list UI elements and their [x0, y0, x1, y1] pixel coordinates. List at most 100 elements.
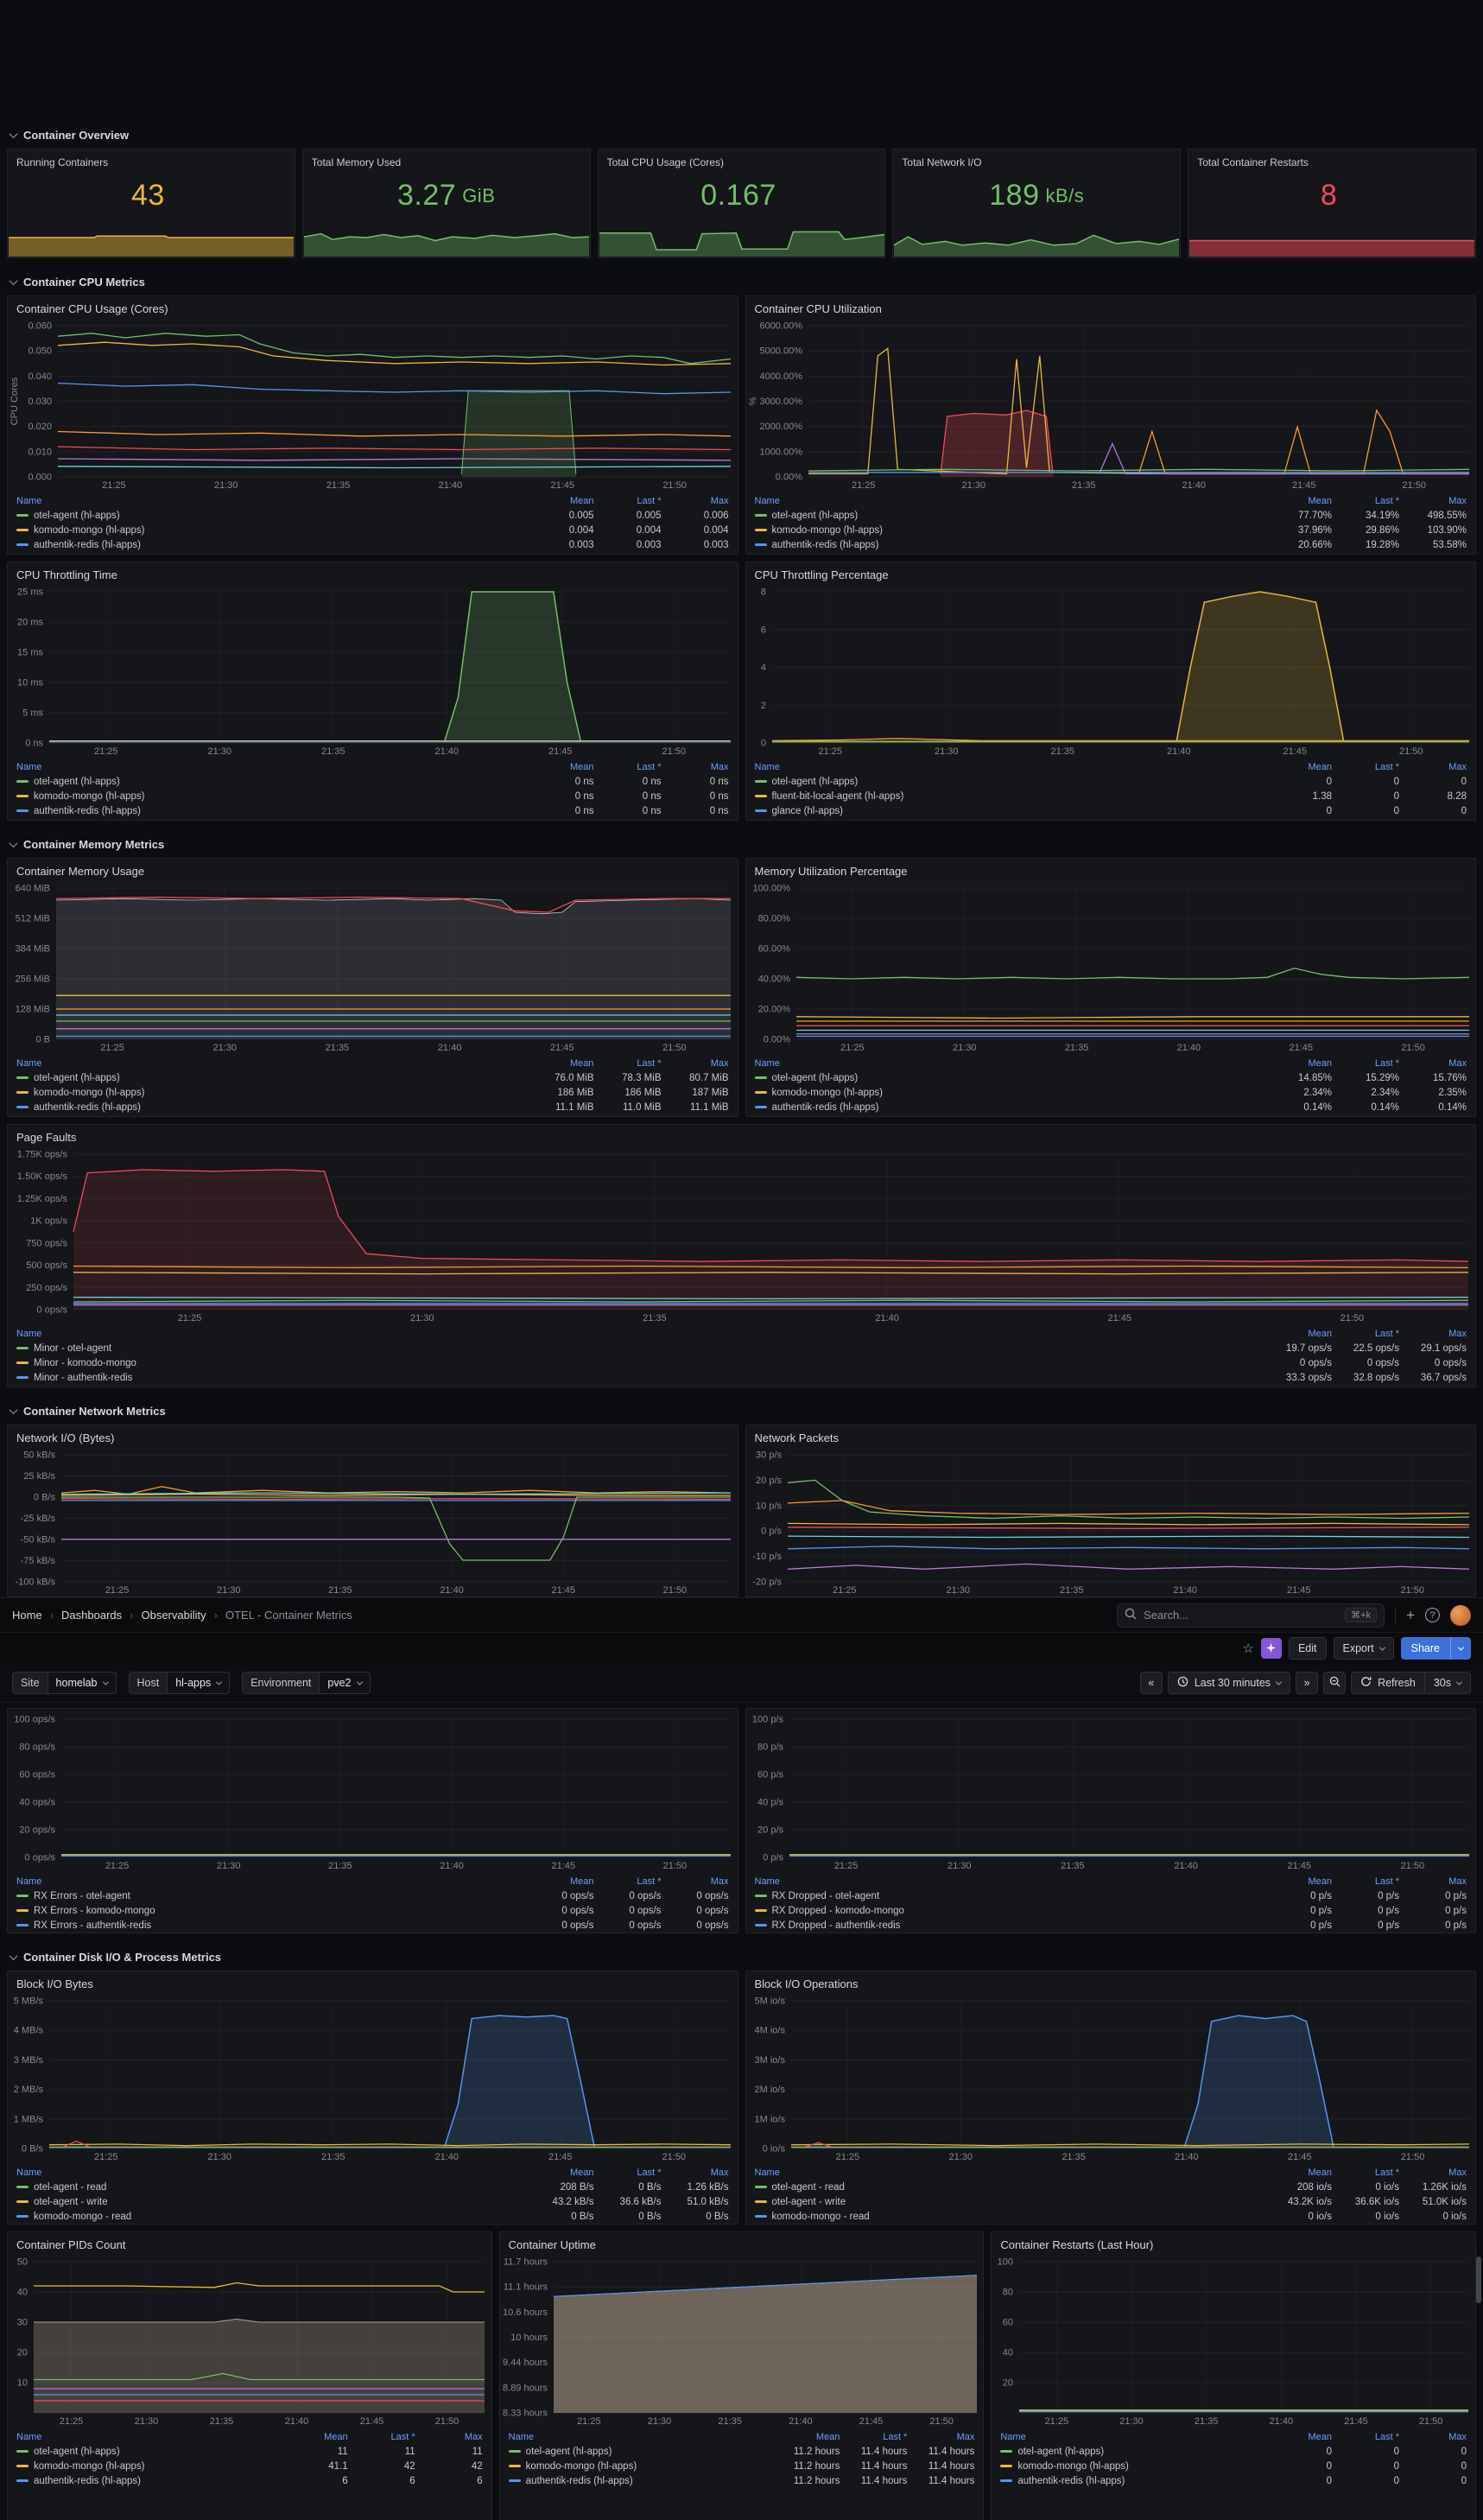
sparkle-icon-button[interactable]: [1261, 1638, 1282, 1659]
filter-host-value[interactable]: hl-apps: [168, 1672, 230, 1694]
legend-row[interactable]: authentik-redis (hl-apps)11.1 MiB11.0 Mi…: [16, 1100, 729, 1114]
page-faults-chart[interactable]: 1.75K ops/s1.50K ops/s1.25K ops/s1K ops/…: [8, 1147, 1475, 1324]
time-shift-back-button[interactable]: «: [1140, 1672, 1163, 1694]
legend-row[interactable]: komodo-mongo (hl-apps)11.2 hours11.4 hou…: [509, 2459, 975, 2473]
legend-row[interactable]: RX Errors - komodo-mongo0 ops/s0 ops/s0 …: [16, 1903, 729, 1918]
panel-title[interactable]: Total Memory Used: [303, 149, 590, 172]
cpu-throttling-percentage-chart[interactable]: 8642021:2521:3021:3521:4021:4521:50: [746, 585, 1476, 758]
network-io-chart[interactable]: 50 kB/s25 kB/s0 B/s-25 kB/s-50 kB/s-75 k…: [8, 1448, 738, 1596]
panel-title[interactable]: Network Packets: [746, 1425, 1476, 1448]
legend-row[interactable]: authentik-redis (hl-apps)20.66%19.28%53.…: [755, 537, 1467, 552]
pids-count-chart[interactable]: 504030201021:2521:3021:3521:4021:4521:50: [8, 2255, 491, 2428]
legend-row[interactable]: komodo-mongo (hl-apps)000: [1000, 2459, 1467, 2473]
container-restarts-chart[interactable]: 1008060402021:2521:3021:3521:4021:4521:5…: [992, 2255, 1475, 2428]
section-network-metrics[interactable]: Container Network Metrics: [0, 1394, 1483, 1425]
panel-title[interactable]: Network I/O (Bytes): [8, 1425, 738, 1448]
help-icon[interactable]: ?: [1425, 1608, 1440, 1622]
legend-row[interactable]: komodo-mongo (hl-apps)186 MiB186 MiB187 …: [16, 1085, 729, 1100]
panel-title[interactable]: Container PIDs Count: [8, 2232, 491, 2255]
cpu-throttling-time-chart[interactable]: 25 ms20 ms15 ms10 ms5 ms0 ns21:2521:3021…: [8, 585, 738, 758]
panel-title[interactable]: Container Restarts (Last Hour): [992, 2232, 1475, 2255]
legend-row[interactable]: otel-agent (hl-apps)11.2 hours11.4 hours…: [509, 2444, 975, 2459]
panel-title[interactable]: Total CPU Usage (Cores): [599, 149, 885, 172]
cpu-utilization-chart[interactable]: 6000.00%5000.00%4000.00%3000.00%2000.00%…: [746, 319, 1476, 492]
refresh-button[interactable]: Refresh: [1351, 1672, 1425, 1694]
legend-row[interactable]: otel-agent (hl-apps)0.0050.0050.006: [16, 508, 729, 523]
panel-title[interactable]: Memory Utilization Percentage: [746, 859, 1476, 881]
panel-title[interactable]: Block I/O Operations: [746, 1971, 1476, 1994]
legend-row[interactable]: komodo-mongo (hl-apps)0.0040.0040.004: [16, 523, 729, 537]
legend-row[interactable]: otel-agent - write43.2K io/s36.6K io/s51…: [755, 2194, 1467, 2209]
legend-row[interactable]: otel-agent - write43.2 kB/s36.6 kB/s51.0…: [16, 2194, 729, 2209]
filter-site-value[interactable]: homelab: [48, 1672, 117, 1694]
legend-row[interactable]: otel-agent (hl-apps)76.0 MiB78.3 MiB80.7…: [16, 1070, 729, 1085]
panel-title[interactable]: Block I/O Bytes: [8, 1971, 738, 1994]
legend-row[interactable]: otel-agent (hl-apps)111111: [16, 2444, 483, 2459]
panel-title[interactable]: Page Faults: [8, 1125, 1475, 1147]
legend-row[interactable]: fluent-bit-local-agent (hl-apps)1.3808.2…: [755, 789, 1467, 803]
legend-row[interactable]: RX Dropped - authentik-redis0 p/s0 p/s0 …: [755, 1918, 1467, 1933]
memory-usage-chart[interactable]: 640 MiB512 MiB384 MiB256 MiB128 MiB0 B21…: [8, 881, 738, 1054]
panel-title[interactable]: CPU Throttling Percentage: [746, 562, 1476, 585]
panel-title[interactable]: Container Memory Usage: [8, 859, 738, 881]
section-cpu-metrics[interactable]: Container CPU Metrics: [0, 265, 1483, 295]
legend-row[interactable]: komodo-mongo - read0 io/s0 io/s0 io/s: [755, 2209, 1467, 2224]
legend-row[interactable]: otel-agent (hl-apps)000: [1000, 2444, 1467, 2459]
legend-row[interactable]: authentik-redis (hl-apps)0 ns0 ns0 ns: [16, 803, 729, 818]
panel-title[interactable]: Container Uptime: [500, 2232, 984, 2255]
filter-environment-value[interactable]: pve2: [320, 1672, 370, 1694]
legend-row[interactable]: authentik-redis (hl-apps)666: [16, 2473, 483, 2488]
memory-utilization-chart[interactable]: 100.00%80.00%60.00%40.00%20.00%0.00%21:2…: [746, 881, 1476, 1054]
legend-row[interactable]: Minor - komodo-mongo0 ops/s0 ops/s0 ops/…: [16, 1355, 1467, 1370]
avatar[interactable]: [1450, 1605, 1471, 1626]
section-container-overview[interactable]: Container Overview: [0, 118, 1483, 149]
panel-title[interactable]: CPU Throttling Time: [8, 562, 738, 585]
section-memory-metrics[interactable]: Container Memory Metrics: [0, 828, 1483, 858]
panel-title[interactable]: Container CPU Usage (Cores): [8, 296, 738, 319]
legend-row[interactable]: otel-agent - read208 io/s0 io/s1.26K io/…: [755, 2180, 1467, 2194]
share-button[interactable]: Share: [1401, 1637, 1450, 1660]
panel-title[interactable]: Running Containers: [8, 149, 295, 172]
network-packets-chart[interactable]: 30 p/s20 p/s10 p/s0 p/s-10 p/s-20 p/s21:…: [746, 1448, 1476, 1596]
legend-row[interactable]: komodo-mongo (hl-apps)2.34%2.34%2.35%: [755, 1085, 1467, 1100]
legend-row[interactable]: otel-agent - read208 B/s0 B/s1.26 kB/s: [16, 2180, 729, 2194]
legend-row[interactable]: RX Dropped - otel-agent0 p/s0 p/s0 p/s: [755, 1888, 1467, 1903]
block-io-bytes-chart[interactable]: 5 MB/s4 MB/s3 MB/s2 MB/s1 MB/s0 B/s21:25…: [8, 1994, 738, 2163]
legend-row[interactable]: RX Dropped - komodo-mongo0 p/s0 p/s0 p/s: [755, 1903, 1467, 1918]
legend-row[interactable]: komodo-mongo (hl-apps)41.14242: [16, 2459, 483, 2473]
legend-row[interactable]: otel-agent (hl-apps)77.70%34.19%498.55%: [755, 508, 1467, 523]
cpu-usage-chart[interactable]: 0.0600.0500.0400.0300.0200.0100.00021:25…: [8, 319, 738, 492]
rx-errors-chart[interactable]: 100 ops/s80 ops/s60 ops/s40 ops/s20 ops/…: [8, 1712, 738, 1872]
section-disk-process-metrics[interactable]: Container Disk I/O & Process Metrics: [0, 1940, 1483, 1971]
legend-row[interactable]: Minor - authentik-redis33.3 ops/s32.8 op…: [16, 1370, 1467, 1385]
legend-row[interactable]: otel-agent (hl-apps)0 ns0 ns0 ns: [16, 774, 729, 789]
star-icon[interactable]: ☆: [1243, 1641, 1254, 1656]
export-button[interactable]: Export: [1334, 1637, 1394, 1660]
legend-row[interactable]: komodo-mongo (hl-apps)37.96%29.86%103.90…: [755, 523, 1467, 537]
time-shift-forward-button[interactable]: »: [1296, 1672, 1318, 1694]
legend-row[interactable]: RX Errors - authentik-redis0 ops/s0 ops/…: [16, 1918, 729, 1933]
legend-row[interactable]: komodo-mongo (hl-apps)0 ns0 ns0 ns: [16, 789, 729, 803]
breadcrumb-home[interactable]: Home: [12, 1609, 42, 1622]
breadcrumb-dashboards[interactable]: Dashboards: [61, 1609, 122, 1622]
edit-button[interactable]: Edit: [1289, 1637, 1327, 1660]
refresh-interval-picker[interactable]: 30s: [1425, 1672, 1471, 1694]
legend-row[interactable]: authentik-redis (hl-apps)000: [1000, 2473, 1467, 2488]
legend-row[interactable]: authentik-redis (hl-apps)11.2 hours11.4 …: [509, 2473, 975, 2488]
block-io-operations-chart[interactable]: 5M io/s4M io/s3M io/s2M io/s1M io/s0 io/…: [746, 1994, 1476, 2163]
legend-row[interactable]: RX Errors - otel-agent0 ops/s0 ops/s0 op…: [16, 1888, 729, 1903]
container-uptime-chart[interactable]: 11.7 hours11.1 hours10.6 hours10 hours9.…: [500, 2255, 984, 2428]
rx-dropped-chart[interactable]: 100 p/s80 p/s60 p/s40 p/s20 p/s0 p/s21:2…: [746, 1712, 1476, 1872]
panel-title[interactable]: Total Container Restarts: [1188, 149, 1475, 172]
page-scrollbar-thumb[interactable]: [1476, 2257, 1481, 2303]
search-input[interactable]: Search... ⌘+k: [1117, 1603, 1385, 1628]
legend-row[interactable]: authentik-redis (hl-apps)0.0030.0030.003: [16, 537, 729, 552]
legend-row[interactable]: glance (hl-apps)000: [755, 803, 1467, 818]
zoom-out-button[interactable]: [1323, 1672, 1346, 1694]
time-range-picker[interactable]: Last 30 minutes: [1168, 1672, 1290, 1694]
panel-title[interactable]: Container CPU Utilization: [746, 296, 1476, 319]
breadcrumb-observability[interactable]: Observability: [141, 1609, 206, 1622]
share-menu-button[interactable]: [1450, 1637, 1471, 1660]
legend-row[interactable]: otel-agent (hl-apps)14.85%15.29%15.76%: [755, 1070, 1467, 1085]
legend-row[interactable]: authentik-redis (hl-apps)0.14%0.14%0.14%: [755, 1100, 1467, 1114]
